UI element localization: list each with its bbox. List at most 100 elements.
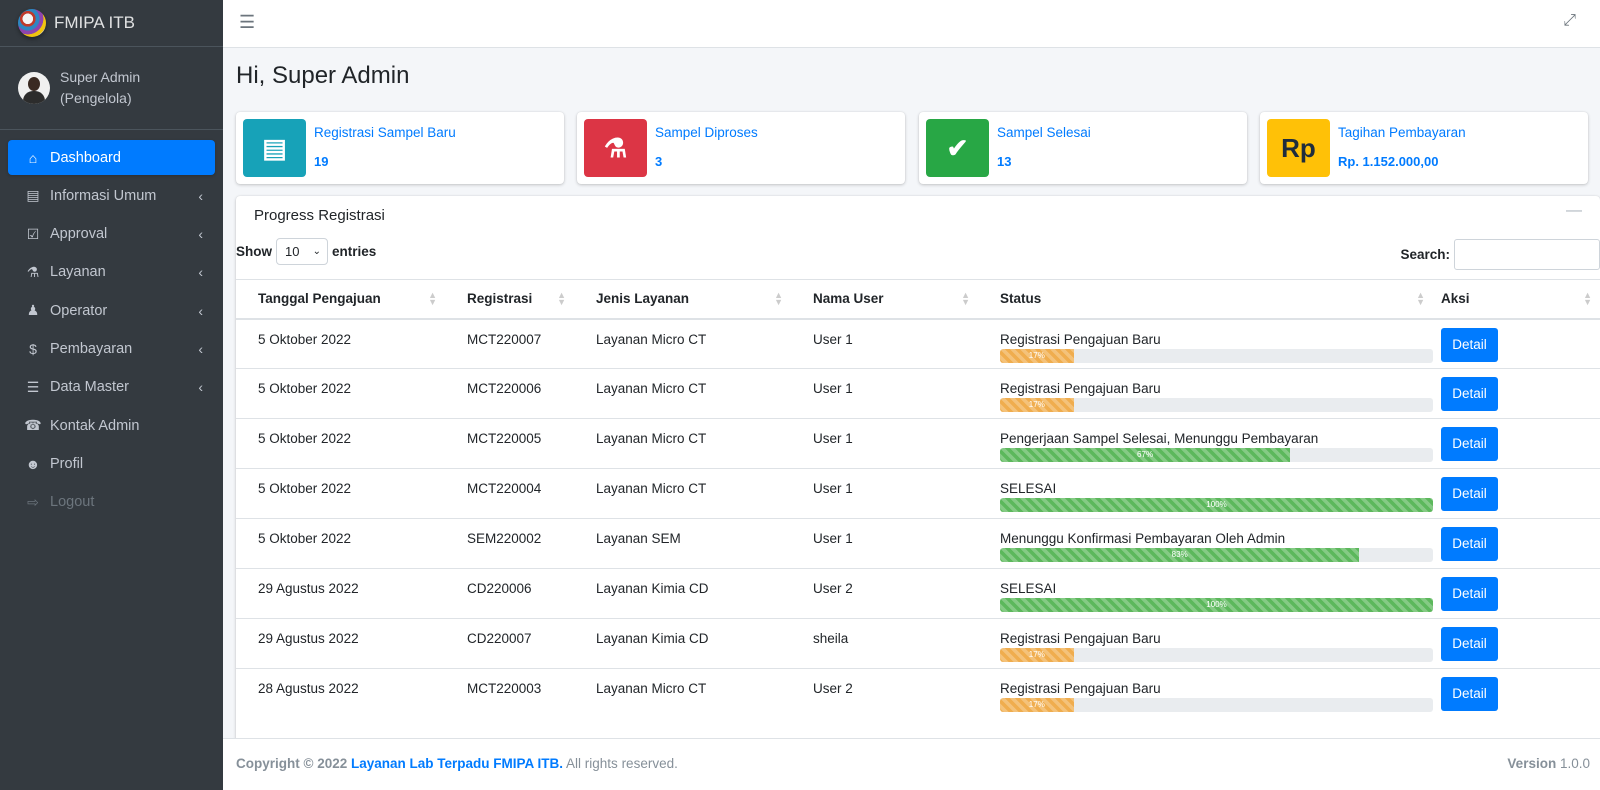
cell-layanan: Layanan Micro CT bbox=[574, 368, 791, 419]
status-text: Registrasi Pengajuan Baru bbox=[1000, 381, 1161, 396]
sidebar-item-label: Operator bbox=[50, 302, 108, 319]
card-title: Progress Registrasi bbox=[254, 207, 385, 224]
detail-button[interactable]: Detail bbox=[1441, 527, 1498, 561]
entries-select[interactable]: 10 ⌄ bbox=[276, 238, 328, 265]
progress-bar: 67% bbox=[1000, 448, 1291, 462]
status-text: SELESAI bbox=[1000, 581, 1057, 596]
info-box-label[interactable]: Sampel Diproses bbox=[655, 125, 758, 140]
progress-bar-track: 67% bbox=[1000, 448, 1433, 462]
progress-bar: 17% bbox=[1000, 698, 1074, 712]
cell-aksi: Detail bbox=[1433, 618, 1600, 669]
col-nama-user[interactable]: Nama User ▲ ▼ bbox=[791, 279, 978, 320]
cell-user: User 1 bbox=[791, 368, 978, 419]
chevron-left-icon: ‹ bbox=[198, 302, 203, 319]
cell-status: Pengerjaan Sampel Selesai, Menunggu Pemb… bbox=[978, 418, 1433, 469]
sidebar-item-label: Logout bbox=[50, 494, 95, 511]
cell-tanggal: 5 Oktober 2022 bbox=[236, 368, 445, 419]
cell-user: User 1 bbox=[791, 418, 978, 469]
detail-button[interactable]: Detail bbox=[1441, 427, 1498, 461]
sidebar-item-profil[interactable]: ☻ Profil bbox=[8, 446, 215, 481]
clipboard-check-icon: ☑ bbox=[26, 225, 40, 242]
sidebar-item-dashboard[interactable]: ⌂ Dashboard bbox=[8, 140, 215, 175]
sidebar-item-approval[interactable]: ☑ Approval ‹ bbox=[8, 217, 215, 252]
detail-button[interactable]: Detail bbox=[1441, 627, 1498, 661]
cell-registrasi: MCT220004 bbox=[445, 468, 574, 519]
book-icon: ▤ bbox=[26, 187, 40, 204]
cell-tanggal: 5 Oktober 2022 bbox=[236, 468, 445, 519]
cell-registrasi: CD220007 bbox=[445, 618, 574, 669]
hamburger-icon[interactable]: ☰ bbox=[239, 12, 255, 33]
expand-icon[interactable]: ⤢ bbox=[1563, 12, 1576, 30]
cell-aksi: Detail bbox=[1433, 668, 1600, 719]
table-header-row: Tanggal Pengajuan ▲ ▼ Registrasi ▲ ▼ Jenis L… bbox=[236, 279, 1600, 320]
cell-user: User 2 bbox=[791, 668, 978, 719]
sidebar-item-informasi-umum[interactable]: ▤ Informasi Umum ‹ bbox=[8, 178, 215, 213]
sort-icon: ▲ ▼ bbox=[1583, 290, 1592, 307]
cell-aksi: Detail bbox=[1433, 568, 1600, 619]
progress-bar-track: 83% bbox=[1000, 548, 1433, 562]
sidebar-item-kontak-admin[interactable]: ☎ Kontak Admin bbox=[8, 408, 215, 443]
chevron-left-icon: ‹ bbox=[198, 226, 203, 243]
chevron-down-icon: ⌄ bbox=[312, 246, 321, 257]
cell-aksi: Detail bbox=[1433, 468, 1600, 519]
cell-tanggal: 5 Oktober 2022 bbox=[236, 518, 445, 569]
info-box-selesai: ✔ Sampel Selesai 13 bbox=[919, 112, 1247, 184]
cell-tanggal: 5 Oktober 2022 bbox=[236, 418, 445, 469]
col-status[interactable]: Status ▲ ▼ bbox=[978, 279, 1433, 320]
rupiah-icon: Rp bbox=[1267, 119, 1330, 177]
progress-bar-track: 17% bbox=[1000, 698, 1433, 712]
sort-icon: ▲ ▼ bbox=[428, 290, 437, 307]
sort-icon: ▲ ▼ bbox=[774, 290, 783, 307]
user-name[interactable]: Super Admin (Pengelola) bbox=[60, 67, 150, 109]
show-label: Show bbox=[236, 244, 272, 259]
col-jenis-layanan[interactable]: Jenis Layanan ▲ ▼ bbox=[574, 279, 791, 320]
sort-icon: ▲ ▼ bbox=[1416, 290, 1425, 307]
cell-registrasi: MCT220007 bbox=[445, 318, 574, 369]
info-box-label[interactable]: Tagihan Pembayaran bbox=[1338, 125, 1466, 140]
sort-icon: ▲ ▼ bbox=[961, 290, 970, 307]
progress-bar: 100% bbox=[1000, 498, 1433, 512]
col-registrasi[interactable]: Registrasi ▲ ▼ bbox=[445, 279, 574, 320]
sidebar-item-label: Profil bbox=[50, 455, 84, 472]
progress-bar: 17% bbox=[1000, 348, 1074, 363]
status-text: Registrasi Pengajuan Baru bbox=[1000, 681, 1161, 696]
chevron-left-icon: ‹ bbox=[198, 264, 203, 281]
col-tanggal[interactable]: Tanggal Pengajuan ▲ ▼ bbox=[236, 279, 445, 320]
detail-button[interactable]: Detail bbox=[1441, 477, 1498, 511]
top-navbar: ☰ ⤢ bbox=[223, 0, 1600, 48]
cell-layanan: Layanan Micro CT bbox=[574, 318, 791, 369]
sort-icon: ▲ ▼ bbox=[557, 290, 566, 307]
footer-link[interactable]: Layanan Lab Terpadu FMIPA ITB. bbox=[351, 756, 563, 771]
page-title: Hi, Super Admin bbox=[236, 62, 410, 89]
detail-button[interactable]: Detail bbox=[1441, 577, 1498, 611]
sidebar-item-logout[interactable]: ⇨ Logout bbox=[8, 485, 215, 520]
cell-layanan: Layanan Kimia CD bbox=[574, 618, 791, 669]
sidebar-item-operator[interactable]: ♟ Operator ‹ bbox=[8, 293, 215, 328]
detail-button[interactable]: Detail bbox=[1441, 327, 1498, 362]
detail-button[interactable]: Detail bbox=[1441, 677, 1498, 711]
sidebar-item-data-master[interactable]: ☰ Data Master ‹ bbox=[8, 370, 215, 405]
status-text: Pengerjaan Sampel Selesai, Menunggu Pemb… bbox=[1000, 431, 1319, 446]
cell-status: Registrasi Pengajuan Baru 17% bbox=[978, 618, 1433, 669]
col-aksi[interactable]: Aksi ▲ ▼ bbox=[1433, 279, 1600, 320]
sidebar-item-label: Approval bbox=[50, 226, 108, 243]
file-icon: ▤ bbox=[243, 119, 306, 177]
sidebar-item-layanan[interactable]: ⚗ Layanan ‹ bbox=[8, 255, 215, 290]
search-input[interactable] bbox=[1454, 239, 1600, 270]
info-box-label[interactable]: Sampel Selesai bbox=[997, 125, 1091, 140]
brand-link[interactable]: FMIPA ITB bbox=[0, 0, 223, 47]
table-row: 29 Agustus 2022 CD220007 Layanan Kimia CD s… bbox=[236, 618, 1600, 669]
cell-status: Registrasi Pengajuan Baru 17% bbox=[978, 668, 1433, 719]
table-row: 5 Oktober 2022 MCT220006 Layanan Micro CT U… bbox=[236, 368, 1600, 419]
chevron-left-icon: ‹ bbox=[198, 379, 203, 396]
footer-copyright: Copyright © 2022 bbox=[236, 756, 348, 771]
cell-layanan: Layanan Kimia CD bbox=[574, 568, 791, 619]
sidebar-item-pembayaran[interactable]: $ Pembayaran ‹ bbox=[8, 331, 215, 366]
info-box-value: 3 bbox=[655, 154, 663, 169]
detail-button[interactable]: Detail bbox=[1441, 377, 1498, 411]
info-box-value: 19 bbox=[314, 154, 329, 169]
minus-icon[interactable]: — bbox=[1566, 202, 1582, 220]
info-box-label[interactable]: Registrasi Sampel Baru bbox=[314, 125, 456, 140]
cell-registrasi: MCT220006 bbox=[445, 368, 574, 419]
progress-bar: 83% bbox=[1000, 548, 1360, 562]
